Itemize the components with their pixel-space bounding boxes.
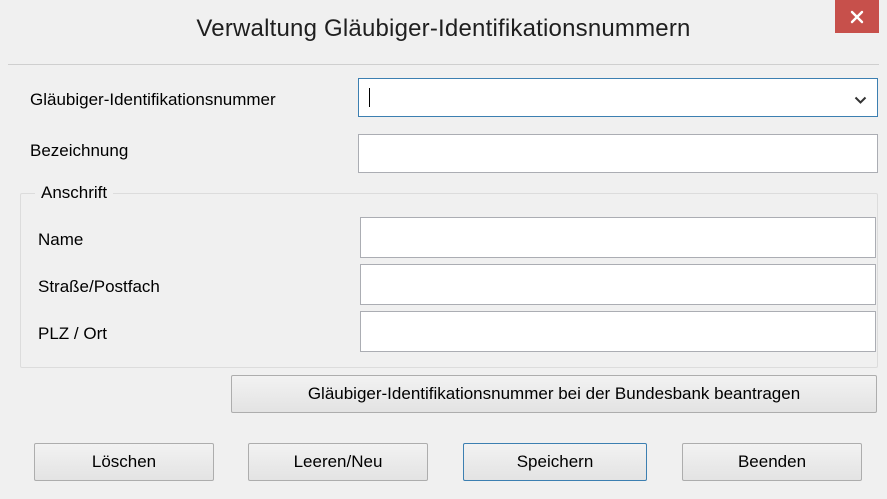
plz-ort-label: PLZ / Ort [38, 324, 107, 343]
glaeubiger-id-input[interactable] [359, 79, 877, 116]
leeren-neu-button[interactable]: Leeren/Neu [248, 443, 428, 481]
window-title: Verwaltung Gläubiger-Identifikationsnumm… [196, 15, 691, 42]
strasse-label: Straße/Postfach [38, 277, 160, 296]
anschrift-legend: Anschrift [35, 183, 114, 203]
title-bar[interactable]: Verwaltung Gläubiger-Identifikationsnumm… [0, 0, 887, 64]
strasse-field[interactable] [360, 264, 876, 305]
name-input[interactable] [361, 218, 875, 257]
name-field[interactable] [360, 217, 876, 258]
chevron-down-icon[interactable] [854, 92, 867, 110]
close-icon [850, 10, 864, 24]
name-label: Name [38, 230, 84, 249]
close-button[interactable] [835, 0, 879, 33]
glaeubiger-id-label: Gläubiger-Identifikationsnummer [30, 90, 276, 109]
beenden-button[interactable]: Beenden [682, 443, 862, 481]
bezeichnung-input[interactable] [359, 135, 877, 172]
bezeichnung-field[interactable] [358, 134, 878, 173]
plz-ort-input[interactable] [361, 312, 875, 351]
speichern-button[interactable]: Speichern [463, 443, 647, 481]
loeschen-button[interactable]: Löschen [34, 443, 214, 481]
text-cursor [369, 88, 370, 107]
strasse-input[interactable] [361, 265, 875, 304]
bundesbank-beantragen-button[interactable]: Gläubiger-Identifikationsnummer bei der … [231, 375, 877, 413]
bezeichnung-label: Bezeichnung [30, 141, 129, 160]
plz-ort-field[interactable] [360, 311, 876, 352]
glaeubiger-id-combobox[interactable] [358, 78, 878, 117]
dialog-window: Verwaltung Gläubiger-Identifikationsnumm… [0, 0, 887, 499]
